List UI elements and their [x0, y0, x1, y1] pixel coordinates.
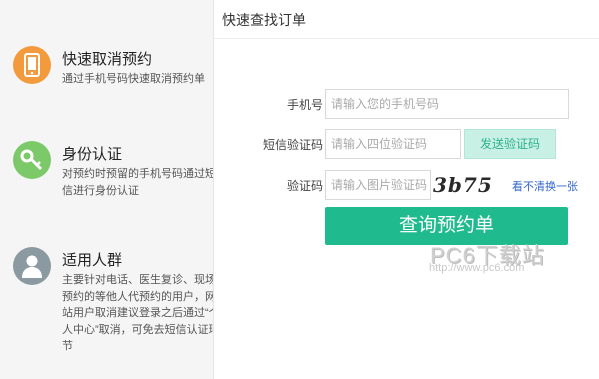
feature-desc: 对预约时预留的手机号码通过短信进行身份认证	[62, 168, 216, 197]
captcha-label: 验证码	[286, 179, 323, 193]
feature-title: 身份认证	[62, 146, 123, 163]
sidebar: 快速取消预约 通过手机号码快速取消预约单 身份认证 对预约时预留的手机号码通过短…	[0, 0, 220, 379]
phone-input[interactable]: 请输入您的手机号码	[325, 89, 569, 119]
key-icon	[13, 141, 51, 179]
main-panel: 快速查找订单 手机号 请输入您的手机号码 短信验证码 请输入四位验证码 发送验证…	[213, 0, 599, 379]
feature-desc: 通过手机号码快速取消预约单	[62, 73, 205, 85]
sms-label: 短信验证码	[262, 138, 323, 152]
watermark-url: http://www.pc6.com	[429, 262, 525, 274]
refresh-captcha-link[interactable]: 看不清换一张	[512, 178, 578, 194]
person-icon	[13, 247, 51, 285]
captcha-input[interactable]: 请输入图片验证码	[325, 170, 431, 200]
page-title: 快速查找订单	[222, 12, 306, 28]
feature-title: 适用人群	[62, 252, 123, 269]
phone-label: 手机号	[286, 98, 323, 112]
send-sms-button[interactable]: 发送验证码	[464, 129, 556, 159]
divider	[214, 38, 599, 39]
feature-title: 快速取消预约	[62, 51, 153, 68]
feature-desc: 主要针对电话、医生复诊、现场预约的等他人代预约的用户，网站用户取消建议登录之后通…	[62, 274, 220, 352]
sms-code-input[interactable]: 请输入四位验证码	[325, 129, 461, 159]
phone-icon	[13, 46, 51, 84]
captcha-image[interactable]: 3b75	[433, 172, 493, 198]
